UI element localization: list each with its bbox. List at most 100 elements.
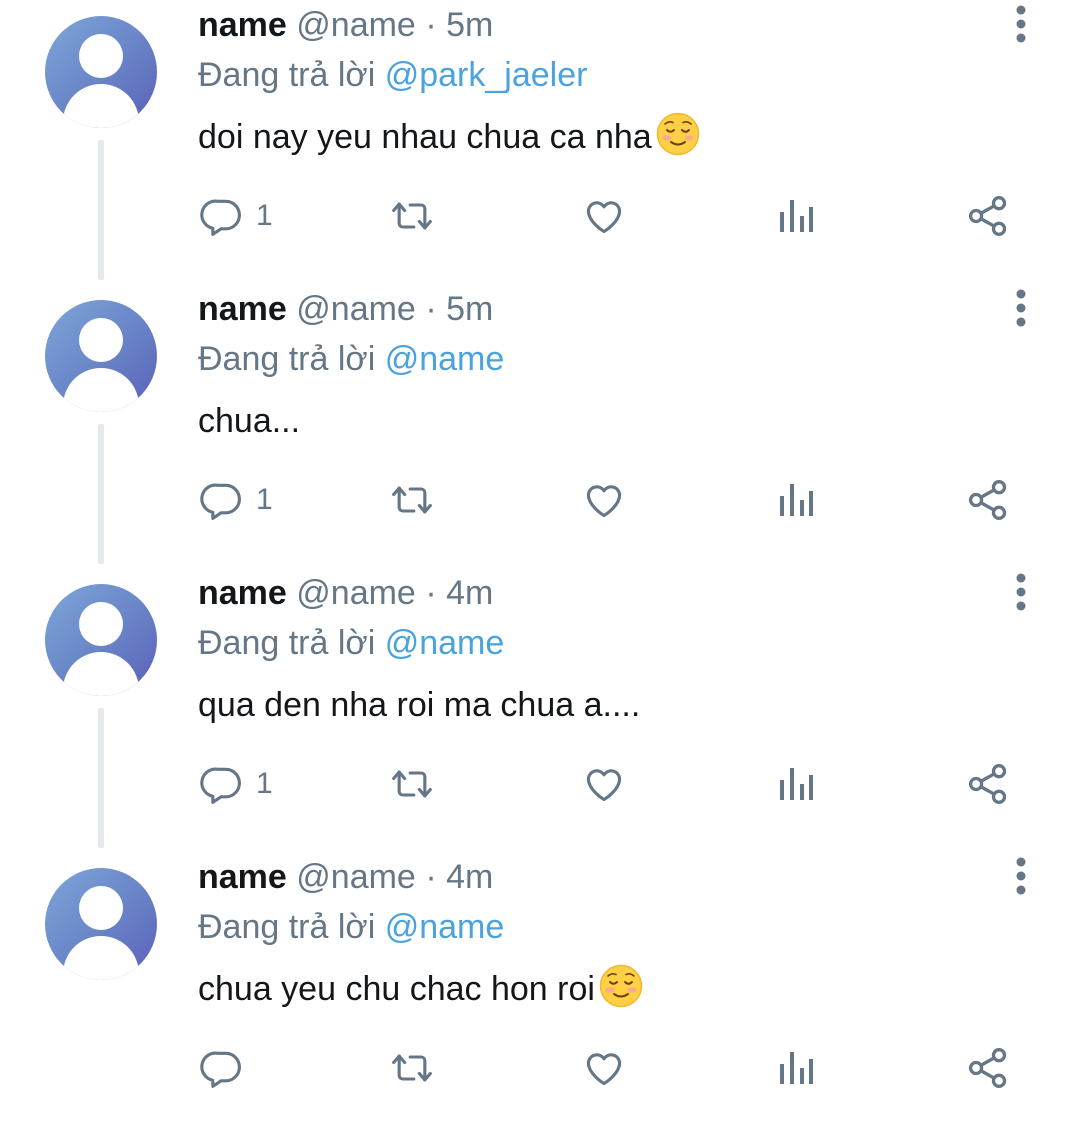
display-name[interactable]: name [198, 6, 287, 44]
tweet-text: qua den nha roi ma chua a.... [198, 678, 640, 732]
reply-count: 1 [256, 483, 273, 516]
retweet-icon [392, 202, 432, 230]
avatar[interactable] [45, 868, 157, 980]
tweet-header: name @name · 5m [198, 0, 493, 50]
tweet[interactable]: name @name · 4m Đang trả lời @name qua d… [0, 573, 1080, 862]
separator: · [425, 290, 437, 328]
analytics-icon [780, 200, 813, 232]
share-icon [968, 480, 1007, 520]
retweet-icon [392, 1054, 432, 1082]
retweet-button[interactable] [388, 1040, 436, 1096]
more-options-button[interactable] [1006, 854, 1036, 898]
action-bar: 1 [0, 472, 1080, 528]
reply-button[interactable]: 1 [200, 472, 273, 528]
like-button[interactable] [582, 472, 626, 528]
tweet-header: name @name · 4m [198, 852, 493, 902]
reply-icon [200, 1051, 241, 1088]
analytics-button[interactable] [776, 472, 816, 528]
separator: · [425, 6, 437, 44]
share-icon [968, 196, 1007, 236]
handle[interactable]: @name [296, 858, 416, 896]
share-button[interactable] [966, 756, 1010, 812]
reply-count: 1 [256, 767, 273, 800]
handle[interactable]: @name [296, 6, 416, 44]
tweet-text-content: chua yeu chu chac hon roi [198, 970, 595, 1008]
action-bar: 1 [0, 188, 1080, 244]
timestamp[interactable]: 4m [446, 858, 493, 896]
analytics-icon [780, 1052, 813, 1084]
analytics-icon [780, 484, 813, 516]
like-icon [586, 1053, 622, 1086]
like-icon [586, 769, 622, 802]
more-options-button[interactable] [1006, 2, 1036, 46]
tweet-text: chua... [198, 394, 300, 448]
reply-to-handle[interactable]: @name [385, 908, 505, 946]
more-vertical-icon [1016, 573, 1026, 611]
reply-to-handle[interactable]: @park_jaeler [385, 56, 588, 94]
smiling-face-emoji [656, 112, 699, 156]
more-options-button[interactable] [1006, 286, 1036, 330]
smiling-face-emoji [599, 964, 643, 1008]
replying-to: Đang trả lời @name [198, 618, 504, 668]
retweet-icon [392, 770, 432, 798]
like-button[interactable] [582, 1040, 626, 1096]
reply-prefix: Đang trả lời [198, 908, 376, 946]
analytics-icon [780, 768, 813, 800]
reply-prefix: Đang trả lời [198, 56, 376, 94]
tweet-text: chua yeu chu chac hon roi [198, 962, 643, 1016]
replying-to: Đang trả lời @name [198, 902, 504, 952]
like-icon [586, 485, 622, 518]
action-bar [0, 1040, 1080, 1096]
tweet-header: name @name · 4m [198, 568, 493, 618]
reply-button[interactable]: 1 [200, 756, 273, 812]
share-button[interactable] [966, 472, 1010, 528]
handle[interactable]: @name [296, 290, 416, 328]
action-bar: 1 [0, 756, 1080, 812]
reply-to-handle[interactable]: @name [385, 340, 505, 378]
tweet[interactable]: name @name · 5m Đang trả lời @park_jaele… [0, 5, 1080, 294]
tweet-text-content: doi nay yeu nhau chua ca nha [198, 118, 652, 156]
display-name[interactable]: name [198, 858, 287, 896]
reply-prefix: Đang trả lời [198, 340, 376, 378]
share-icon [968, 1048, 1007, 1088]
retweet-button[interactable] [388, 472, 436, 528]
tweet-text: doi nay yeu nhau chua ca nha [198, 110, 700, 164]
tweet[interactable]: name @name · 5m Đang trả lời @name chua.… [0, 289, 1080, 578]
separator: · [425, 574, 437, 612]
reply-button[interactable]: 1 [200, 188, 273, 244]
avatar[interactable] [45, 584, 157, 696]
reply-icon [200, 199, 241, 236]
like-button[interactable] [582, 188, 626, 244]
like-button[interactable] [582, 756, 626, 812]
tweet-text-content: qua den nha roi ma chua a.... [198, 686, 641, 724]
share-button[interactable] [966, 1040, 1010, 1096]
avatar[interactable] [45, 16, 157, 128]
retweet-button[interactable] [388, 188, 436, 244]
separator: · [425, 858, 437, 896]
tweet[interactable]: name @name · 4m Đang trả lời @name chua … [0, 857, 1080, 1146]
timestamp[interactable]: 5m [446, 290, 493, 328]
display-name[interactable]: name [198, 290, 287, 328]
analytics-button[interactable] [776, 1040, 816, 1096]
reply-count: 1 [256, 199, 273, 232]
reply-icon [200, 767, 241, 804]
analytics-button[interactable] [776, 756, 816, 812]
display-name[interactable]: name [198, 574, 287, 612]
reply-button[interactable] [200, 1040, 244, 1096]
like-icon [586, 201, 622, 234]
retweet-button[interactable] [388, 756, 436, 812]
reply-to-handle[interactable]: @name [385, 624, 505, 662]
handle[interactable]: @name [296, 574, 416, 612]
replying-to: Đang trả lời @name [198, 334, 504, 384]
share-icon [968, 764, 1007, 804]
more-vertical-icon [1016, 289, 1026, 327]
analytics-button[interactable] [776, 188, 816, 244]
timestamp[interactable]: 4m [446, 574, 493, 612]
more-options-button[interactable] [1006, 570, 1036, 614]
share-button[interactable] [966, 188, 1010, 244]
avatar[interactable] [45, 300, 157, 412]
retweet-icon [392, 486, 432, 514]
timestamp[interactable]: 5m [446, 6, 493, 44]
reply-icon [200, 483, 241, 520]
tweet-header: name @name · 5m [198, 284, 493, 334]
